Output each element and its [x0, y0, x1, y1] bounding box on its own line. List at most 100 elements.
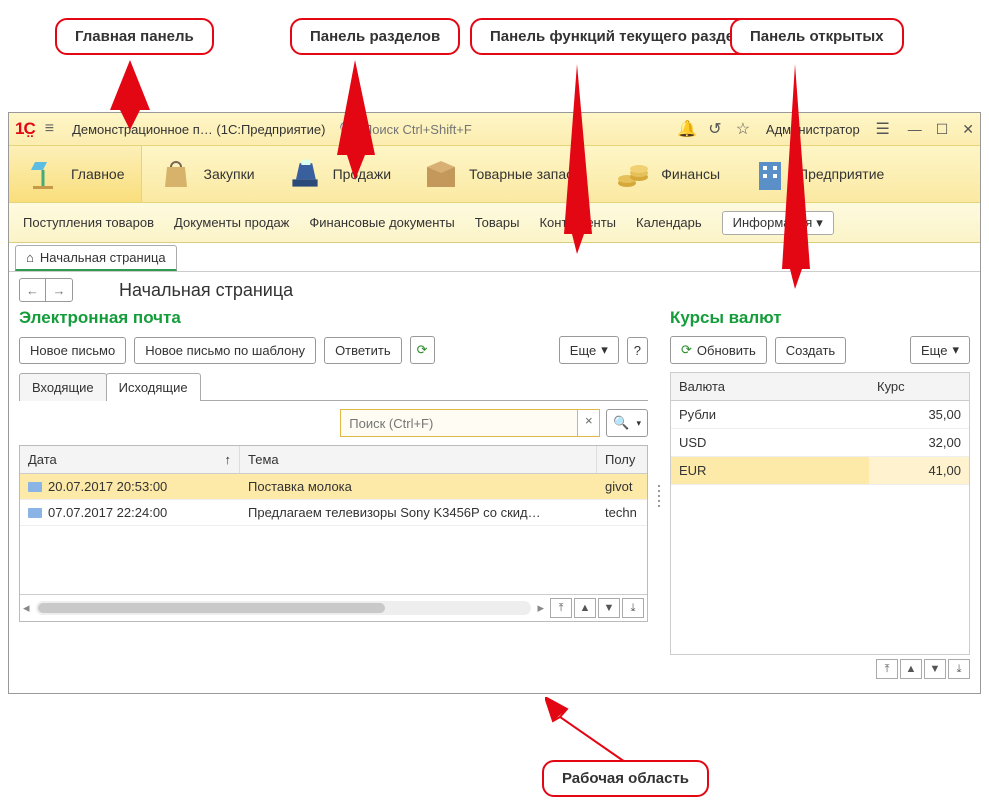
caret-down-icon: ▾: [636, 418, 641, 429]
rates-table: Валюта Курс Рубли 35,00 USD 32,00 EUR 41…: [670, 372, 970, 655]
open-tab-home[interactable]: ⌂ Начальная страница: [15, 245, 177, 271]
section-main[interactable]: Главное: [9, 146, 142, 202]
menu-icon[interactable]: ≡: [41, 120, 58, 138]
horizontal-scrollbar[interactable]: [36, 601, 532, 615]
nav-back-button[interactable]: ←: [20, 279, 46, 301]
table-row[interactable]: Рубли 35,00: [671, 401, 969, 429]
desk-lamp-icon: [25, 156, 61, 192]
nav-forward-button[interactable]: →: [46, 279, 72, 301]
callout-arrow: [100, 60, 160, 130]
col-recipient[interactable]: Полу: [597, 446, 647, 473]
col-rate[interactable]: Курс: [869, 373, 969, 400]
mail-help-button[interactable]: ?: [627, 337, 648, 364]
tab-outbox[interactable]: Исходящие: [106, 373, 201, 401]
mail-table: Дата ↑ Тема Полу 20.07.2017 20:53:00 Пост…: [19, 445, 648, 622]
reply-button[interactable]: Ответить: [324, 337, 402, 364]
open-panel: ⌂ Начальная страница: [9, 243, 980, 271]
col-subject[interactable]: Тема: [240, 446, 597, 473]
callout-functions-panel: Панель функций текущего раздела: [470, 18, 772, 55]
scroll-right-icon[interactable]: ▸: [537, 600, 544, 616]
callout-arrow: [545, 697, 635, 767]
sections-panel: Главное Закупки Продажи Товарные запасы: [9, 145, 980, 203]
nav-up-button[interactable]: ▲: [900, 659, 922, 679]
callout-arrow: [325, 60, 385, 180]
cell-subject: Поставка молока: [240, 474, 597, 499]
col-date[interactable]: Дата: [28, 452, 57, 467]
table-row[interactable]: USD 32,00: [671, 429, 969, 457]
close-button[interactable]: ✕: [962, 121, 974, 138]
cell-currency: Рубли: [671, 401, 869, 428]
nav-down-button[interactable]: ▼: [598, 598, 620, 618]
cell-currency: EUR: [671, 457, 869, 484]
mail-search-button[interactable]: 🔍▾: [606, 409, 648, 437]
nav-last-button[interactable]: ⤓: [948, 659, 970, 679]
func-fin-docs[interactable]: Финансовые документы: [309, 215, 454, 230]
cell-date: 07.07.2017 22:24:00: [48, 505, 167, 520]
cell-rcpt: givot: [597, 474, 647, 499]
mail-search[interactable]: ×: [340, 409, 600, 437]
callout-sections-panel: Панель разделов: [290, 18, 460, 55]
callout-arrow: [770, 64, 820, 289]
app-window: 1C̤ ≡ Демонстрационное п… (1С:Предприяти…: [8, 112, 981, 694]
refresh-icon: ⟳: [417, 342, 428, 358]
nav-down-button[interactable]: ▼: [924, 659, 946, 679]
refresh-label: Обновить: [697, 343, 756, 358]
func-calendar[interactable]: Календарь: [636, 215, 702, 230]
table-row[interactable]: 20.07.2017 20:53:00 Поставка молока givo…: [20, 474, 647, 500]
rates-title: Курсы валют: [670, 308, 970, 328]
section-label: Закупки: [204, 166, 255, 182]
callout-open-panel: Панель открытых: [730, 18, 904, 55]
nav-last-button[interactable]: ⤓: [622, 598, 644, 618]
page-header: ← → Начальная страница: [9, 272, 980, 308]
section-label: Финансы: [661, 166, 720, 182]
search-icon: 🔍: [613, 415, 629, 431]
mail-more-button[interactable]: Еще ▾: [559, 336, 619, 364]
rates-refresh-button[interactable]: ⟳ Обновить: [670, 336, 767, 364]
sort-asc-icon[interactable]: ↑: [225, 452, 232, 467]
table-row[interactable]: EUR 41,00: [671, 457, 969, 485]
nav-first-button[interactable]: ⤒: [876, 659, 898, 679]
box-icon: [423, 156, 459, 192]
mail-icon: [28, 482, 42, 492]
workspace: Электронная почта Новое письмо Новое пис…: [9, 308, 980, 693]
bag-icon: [158, 156, 194, 192]
cell-currency: USD: [671, 429, 869, 456]
maximize-button[interactable]: ☐: [936, 121, 949, 138]
callout-workspace: Рабочая область: [542, 760, 709, 797]
minimize-button[interactable]: —: [908, 121, 922, 138]
caret-down-icon: ▾: [952, 342, 959, 358]
user-menu-icon[interactable]: ☰: [872, 119, 894, 139]
tab-inbox[interactable]: Входящие: [19, 373, 107, 401]
new-mail-button[interactable]: Новое письмо: [19, 337, 126, 364]
func-goods[interactable]: Товары: [475, 215, 520, 230]
rates-block: Курсы валют ⟳ Обновить Создать Еще ▾ Валю…: [670, 308, 970, 683]
callout-arrow: [552, 64, 602, 254]
section-finance[interactable]: Финансы: [599, 146, 736, 202]
caret-down-icon: ▾: [601, 342, 608, 358]
new-mail-template-button[interactable]: Новое письмо по шаблону: [134, 337, 316, 364]
bell-icon[interactable]: 🔔: [676, 119, 698, 139]
cell-rate: 41,00: [869, 457, 969, 484]
rates-create-button[interactable]: Создать: [775, 337, 846, 364]
col-currency[interactable]: Валюта: [671, 373, 869, 400]
nav-first-button[interactable]: ⤒: [550, 598, 572, 618]
history-icon[interactable]: ↺: [704, 119, 726, 139]
page-title: Начальная страница: [119, 280, 293, 301]
mail-icon: [28, 508, 42, 518]
clear-search-button[interactable]: ×: [577, 410, 599, 436]
mail-search-input[interactable]: [341, 410, 577, 436]
home-icon: ⌂: [26, 250, 34, 265]
table-row[interactable]: 07.07.2017 22:24:00 Предлагаем телевизор…: [20, 500, 647, 526]
nav-up-button[interactable]: ▲: [574, 598, 596, 618]
star-icon[interactable]: ☆: [732, 119, 754, 139]
cell-rate: 32,00: [869, 429, 969, 456]
func-receipts[interactable]: Поступления товаров: [23, 215, 154, 230]
rates-more-button[interactable]: Еще ▾: [910, 336, 970, 364]
refresh-icon: ⟳: [681, 342, 692, 358]
func-sales-docs[interactable]: Документы продаж: [174, 215, 289, 230]
refresh-mail-button[interactable]: ⟳: [410, 336, 435, 364]
section-purchases[interactable]: Закупки: [142, 146, 271, 202]
email-block: Электронная почта Новое письмо Новое пис…: [19, 308, 648, 683]
splitter[interactable]: [656, 308, 662, 683]
scroll-left-icon[interactable]: ◂: [23, 600, 30, 616]
